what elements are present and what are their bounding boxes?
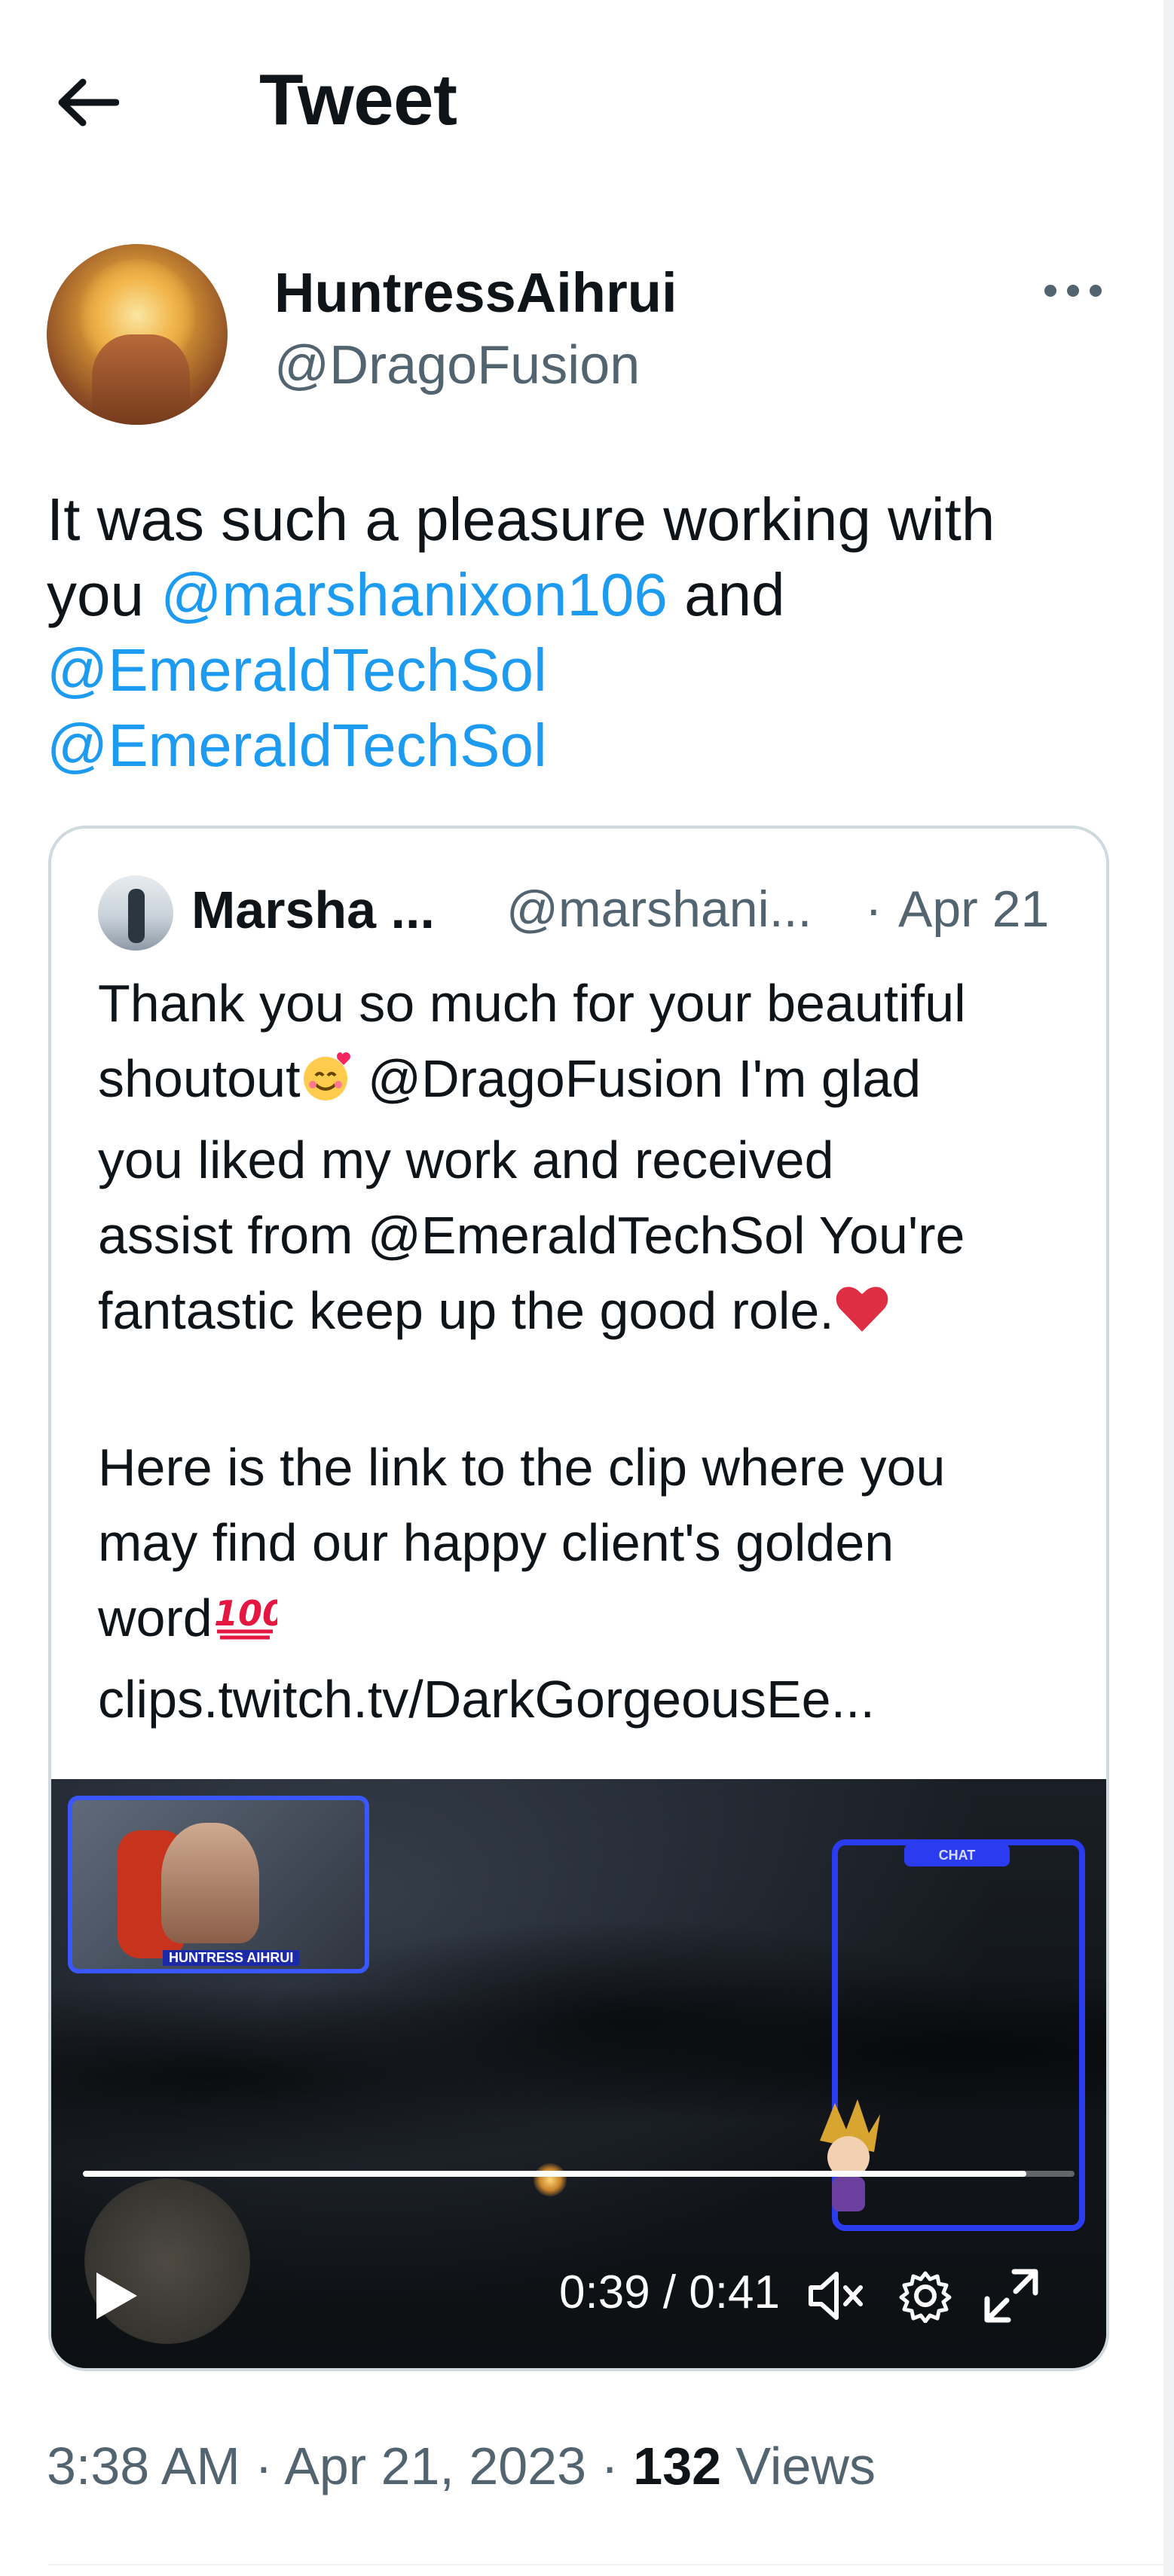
quote-line: you liked my work and received [98, 1131, 834, 1189]
smiling-face-with-hearts-icon [301, 1047, 353, 1122]
mascot-sticker [820, 2099, 880, 2211]
more-options-button[interactable] [1038, 268, 1108, 313]
quote-line: may find our happy client's golden [98, 1513, 894, 1572]
fullscreen-icon [984, 2269, 1038, 2323]
more-horizontal-icon [1044, 285, 1102, 297]
quote-line-text: shoutout [98, 1049, 301, 1108]
quoted-author-avatar [98, 875, 173, 951]
mute-icon [809, 2272, 863, 2320]
fullscreen-button[interactable] [980, 2264, 1043, 2327]
video-player[interactable]: HUNTRESS AIHRUI CHAT 0:39 / 0:41 [51, 1779, 1106, 2368]
video-time: 0:39 / 0:41 [559, 2266, 781, 2318]
quote-line: word100 [98, 1580, 1085, 1662]
webcam-overlay: HUNTRESS AIHRUI [68, 1796, 369, 1973]
meta-separator: · [586, 2437, 634, 2495]
quote-line: Here is the link to the clip where you [98, 1438, 946, 1497]
top-app-bar: Tweet [0, 0, 1163, 196]
views-label: Views [721, 2437, 876, 2495]
tweet-line: It was such a pleasure working with [47, 482, 1132, 557]
views-count[interactable]: 132 [633, 2437, 721, 2495]
tweet-line: @EmeraldTechSol [47, 708, 1132, 783]
quoted-tweet-text: Thank you so much for your beautiful sho… [98, 966, 1085, 1737]
chat-overlay-label: CHAT [904, 1844, 1010, 1866]
tweet-time: 3:38 AM [47, 2437, 240, 2495]
settings-icon [899, 2271, 952, 2323]
tweet-text-segment: you [47, 561, 161, 628]
lantern-light [533, 2163, 567, 2196]
avatar-figure [92, 334, 190, 425]
quote-line-text: fantastic keep up the good role. [98, 1281, 834, 1340]
separator-dot: · [865, 881, 882, 938]
mention-link[interactable]: @EmeraldTechSol [47, 636, 547, 704]
divider [48, 2564, 1163, 2565]
quote-line [98, 1354, 1085, 1430]
meta-separator: · [240, 2437, 285, 2495]
webcam-label: HUNTRESS AIHRUI [163, 1950, 300, 1966]
red-heart-icon [834, 1279, 890, 1354]
clip-link[interactable]: clips.twitch.tv/DarkGorgeousEe... [98, 1662, 1085, 1737]
tweet-line: you @marshanixon106 and [47, 557, 1132, 633]
avatar-figure [128, 889, 145, 943]
quote-line-text: word [98, 1589, 212, 1647]
author-handle[interactable]: @DragoFusion [274, 334, 640, 396]
streamer-figure [161, 1823, 259, 1943]
quoted-tweet-card[interactable]: Marsha ... @marshani... · Apr 21 Thank y… [48, 826, 1109, 2371]
tweet-text: It was such a pleasure working with you … [47, 482, 1132, 783]
tweet-line: @EmeraldTechSol [47, 633, 1132, 708]
svg-text:100: 100 [214, 1593, 277, 1634]
hundred-points-icon: 100 [212, 1586, 286, 1662]
quote-line-text: @DragoFusion I'm glad [353, 1049, 922, 1108]
author-avatar[interactable] [47, 244, 228, 425]
mention-link[interactable]: @EmeraldTechSol [47, 712, 547, 779]
progress-fill [83, 2171, 1026, 2177]
back-button[interactable] [48, 63, 127, 142]
quote-line: assist from @EmeraldTechSol You're [98, 1206, 965, 1265]
quoted-author-handle: @marshani... [506, 881, 812, 938]
quote-line: Thank you so much for your beautiful [98, 974, 966, 1033]
quoted-author-name: Marsha ... [191, 881, 435, 939]
mute-button[interactable] [805, 2264, 868, 2327]
mention-link[interactable]: @marshanixon106 [161, 561, 668, 628]
tweet-text-segment: It was such a pleasure working with [47, 486, 995, 553]
author-name[interactable]: HuntressAihrui [274, 261, 677, 325]
tweet-date: Apr 21, 2023 [284, 2437, 587, 2495]
quote-line: fantastic keep up the good role. [98, 1273, 1085, 1354]
play-button[interactable] [78, 2258, 154, 2333]
arrow-left-icon [58, 78, 119, 127]
play-icon [96, 2272, 137, 2319]
page-title: Tweet [259, 60, 457, 140]
progress-bar[interactable] [83, 2171, 1075, 2177]
settings-button[interactable] [894, 2264, 957, 2327]
scrollbar-gutter [1163, 0, 1174, 2576]
quoted-tweet-date: Apr 21 [898, 881, 1050, 938]
tweet-text-segment: and [667, 561, 785, 628]
quote-line: shoutout @DragoFusion I'm glad [98, 1041, 1085, 1122]
tweet-meta: 3:38 AM · Apr 21, 2023 · 132 Views [47, 2436, 876, 2496]
